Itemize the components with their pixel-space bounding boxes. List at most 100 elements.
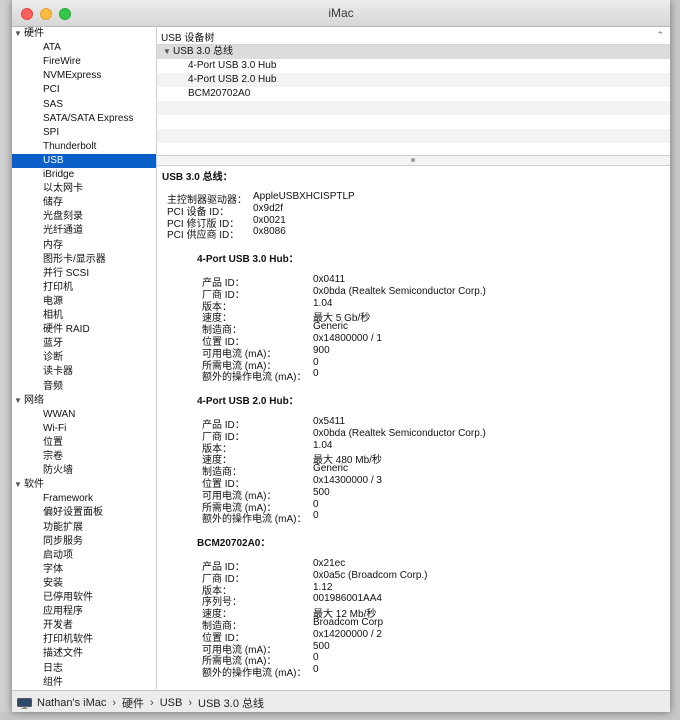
sidebar-item[interactable]: 光纤通道 xyxy=(12,224,156,238)
property-value: 0x14200000 / 2 xyxy=(313,628,382,640)
sidebar-item[interactable]: 内存 xyxy=(12,239,156,253)
imac-icon xyxy=(17,697,32,709)
splitter-handle-icon[interactable] xyxy=(411,158,415,162)
sidebar-item[interactable]: 以太网卡 xyxy=(12,182,156,196)
tree-row-device-label: BCM20702A0 xyxy=(188,88,251,99)
property-value: 0 xyxy=(313,664,319,676)
disclosure-open-icon[interactable]: ▼ xyxy=(14,394,24,408)
sidebar-item[interactable]: 音频 xyxy=(12,380,156,394)
sidebar-item[interactable]: 安装 xyxy=(12,577,156,591)
sidebar-item[interactable]: ATA xyxy=(12,41,156,55)
sidebar-item[interactable]: Framework xyxy=(12,492,156,506)
property-value: 1.12 xyxy=(313,581,333,593)
property-value: Broadcom Corp xyxy=(313,617,384,628)
sidebar-item[interactable]: WWAN xyxy=(12,408,156,422)
usb-tree-header[interactable]: USB 设备树 ⌃ xyxy=(157,27,670,45)
sidebar-item[interactable]: 日志 xyxy=(12,662,156,676)
property-value: 0 xyxy=(313,498,319,510)
tree-row-bus[interactable]: ▼ USB 3.0 总线 xyxy=(157,45,670,59)
sidebar-item[interactable]: Wi-Fi xyxy=(12,422,156,436)
tree-row-device-label: 4-Port USB 3.0 Hub xyxy=(188,60,277,71)
sidebar[interactable]: ▼ 硬件 ATA FireWire NVMExpress PCI SAS SATA/SATA … xyxy=(12,27,157,689)
sidebar-item[interactable]: 防火墙 xyxy=(12,464,156,478)
breadcrumb-item[interactable]: USB 3.0 总线 xyxy=(198,695,264,711)
sidebar-item[interactable]: SAS xyxy=(12,98,156,112)
chevron-up-icon[interactable]: ⌃ xyxy=(656,30,664,41)
sidebar-item[interactable]: 应用程序 xyxy=(12,605,156,619)
breadcrumb: Nathan's iMac › 硬件 › USB › USB 3.0 总线 xyxy=(17,695,264,711)
sidebar-item[interactable]: 相机 xyxy=(12,309,156,323)
sidebar-category-label: 硬件 xyxy=(24,28,44,39)
breadcrumb-separator: › xyxy=(188,697,192,709)
device-heading: 4-Port USB 3.0 Hub： xyxy=(197,254,299,265)
sidebar-item[interactable]: 图形卡/显示器 xyxy=(12,253,156,267)
property-value: 0 xyxy=(313,652,319,664)
sidebar-item[interactable]: SATA/SATA Express xyxy=(12,112,156,126)
pane-splitter[interactable] xyxy=(157,155,670,166)
sidebar-item[interactable]: NVMExpress xyxy=(12,69,156,83)
disclosure-open-icon[interactable]: ▼ xyxy=(163,45,173,59)
sidebar-item[interactable]: 描述文件 xyxy=(12,647,156,661)
property-value: 0x0021 xyxy=(253,214,286,226)
sidebar-category[interactable]: ▼ 硬件 xyxy=(12,27,156,41)
sidebar-item[interactable]: USB xyxy=(12,153,156,168)
property-value: 0x14300000 / 3 xyxy=(313,475,382,486)
tree-row-empty xyxy=(157,129,670,143)
property-value: 500 xyxy=(313,640,330,652)
sidebar-item[interactable]: 偏好设置面板 xyxy=(12,506,156,520)
sidebar-item[interactable]: 蓝牙 xyxy=(12,337,156,351)
sidebar-item[interactable]: 功能扩展 xyxy=(12,521,156,535)
property-value: 001986001AA4 xyxy=(313,593,382,605)
sidebar-item[interactable]: 诊断 xyxy=(12,351,156,365)
usb-device-tree[interactable]: ▼ USB 3.0 总线 4-Port USB 3.0 Hub 4-Port US… xyxy=(157,45,670,153)
property-value: Generic xyxy=(313,463,349,475)
sidebar-item[interactable]: 读卡器 xyxy=(12,365,156,379)
path-bar: Nathan's iMac › 硬件 › USB › USB 3.0 总线 xyxy=(12,690,670,712)
property-value: 0x9d2f xyxy=(253,202,284,214)
sidebar-item[interactable]: 打印机 xyxy=(12,281,156,295)
sidebar-item[interactable]: FireWire xyxy=(12,55,156,69)
sidebar-item[interactable]: 位置 xyxy=(12,436,156,450)
sidebar-item[interactable]: 启动项 xyxy=(12,549,156,563)
sidebar-item[interactable]: 打印机软件 xyxy=(12,633,156,647)
sidebar-item[interactable]: Thunderbolt xyxy=(12,140,156,154)
disclosure-open-icon[interactable]: ▼ xyxy=(14,27,24,41)
detail-title: USB 3.0 总线： xyxy=(162,172,233,183)
property-value: 1.04 xyxy=(313,439,333,451)
tree-row-device[interactable]: 4-Port USB 3.0 Hub xyxy=(157,59,670,73)
sidebar-item[interactable]: 同步服务 xyxy=(12,535,156,549)
property-value: 0x5411 xyxy=(313,416,346,427)
sidebar-item[interactable]: 宗卷 xyxy=(12,450,156,464)
tree-row-device-label: 4-Port USB 2.0 Hub xyxy=(188,74,277,85)
sidebar-category[interactable]: ▼ 软件 xyxy=(12,478,156,492)
usb-tree-header-label: USB 设备树 xyxy=(161,33,215,44)
breadcrumb-separator: › xyxy=(112,697,117,709)
property-value: Generic xyxy=(313,321,349,333)
breadcrumb-item[interactable]: Nathan's iMac xyxy=(37,697,106,709)
sidebar-category[interactable]: ▼ 网络 xyxy=(12,394,156,408)
sidebar-item[interactable]: 并行 SCSI xyxy=(12,267,156,281)
property-value: 500 xyxy=(313,486,330,498)
sidebar-item[interactable]: 硬件 RAID xyxy=(12,323,156,337)
tree-row-bus-label: USB 3.0 总线 xyxy=(173,46,234,57)
sidebar-item[interactable]: 已停用软件 xyxy=(12,591,156,605)
tree-row-empty xyxy=(157,115,670,129)
sidebar-item[interactable]: PCI xyxy=(12,83,156,97)
disclosure-open-icon[interactable]: ▼ xyxy=(14,478,24,492)
tree-row-device[interactable]: 4-Port USB 2.0 Hub xyxy=(157,73,670,87)
device-heading: 4-Port USB 2.0 Hub： xyxy=(197,396,299,407)
sidebar-item[interactable]: 光盘刻录 xyxy=(12,210,156,224)
sidebar-item[interactable]: 储存 xyxy=(12,196,156,210)
breadcrumb-item[interactable]: 硬件 xyxy=(122,695,144,711)
sidebar-item[interactable]: 电源 xyxy=(12,295,156,309)
sidebar-item[interactable]: iBridge xyxy=(12,168,156,182)
sidebar-item[interactable]: 组件 xyxy=(12,676,156,689)
device-heading: BCM20702A0： xyxy=(197,538,271,549)
sidebar-item[interactable]: 开发者 xyxy=(12,619,156,633)
title-bar[interactable]: iMac xyxy=(12,0,670,27)
property-label: PCI 供应商 ID： xyxy=(167,230,240,242)
sidebar-item[interactable]: SPI xyxy=(12,126,156,140)
sidebar-item[interactable]: 字体 xyxy=(12,563,156,577)
breadcrumb-item[interactable]: USB xyxy=(160,697,183,709)
tree-row-device[interactable]: BCM20702A0 xyxy=(157,87,670,101)
